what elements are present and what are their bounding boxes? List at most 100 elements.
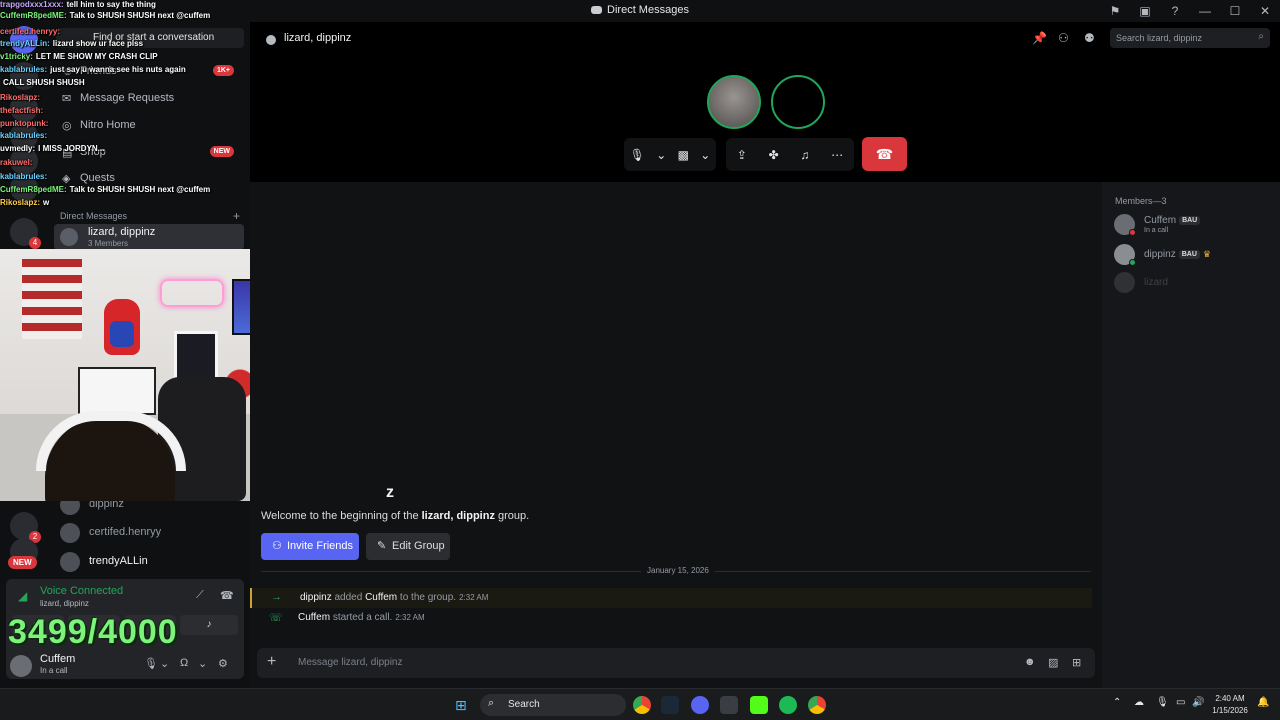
hang-up-button[interactable]: ☎ [862, 137, 907, 171]
help-icon[interactable]: ? [1160, 2, 1190, 20]
chat-message: CALL SHUSH SHUSH [3, 78, 85, 87]
members-icon[interactable]: ⚉ [1084, 31, 1095, 45]
soundboard-button[interactable]: ♪ [180, 615, 238, 635]
camera-off-icon[interactable]: ▩ [678, 148, 689, 162]
member-item-cuffem[interactable]: Cuffem BAU In a call [1114, 214, 1274, 240]
chat-line: kablabrules: [0, 131, 50, 140]
settings-gear-icon[interactable]: ⚙ [218, 657, 228, 670]
emoji-icon[interactable]: ☻ [1024, 656, 1036, 668]
inbox-flag-icon[interactable]: ⚑ [1100, 2, 1130, 20]
chat-username: trapgodxxx1xxx: [0, 0, 64, 9]
taskbar-clock[interactable]: 2:40 AM 1/15/2026 [1208, 693, 1252, 717]
screen-share-icon[interactable]: ⇪ [737, 148, 747, 162]
chevron-down-icon[interactable]: ⌄ [656, 148, 666, 162]
title-bar-controls: ⚑ ▣ ? — ☐ ✕ [1100, 2, 1280, 20]
date-divider: January 15, 2026 [261, 566, 1091, 575]
chevron-down-icon[interactable]: ⌄ [160, 657, 169, 670]
call-participant-avatar[interactable] [707, 75, 761, 129]
welcome-text: Welcome to the beginning of the lizard, … [261, 510, 530, 522]
add-attachment-icon[interactable]: + [267, 653, 276, 671]
call-participant-avatar[interactable] [771, 75, 825, 129]
windows-start-icon[interactable]: ⊞ [455, 697, 471, 713]
kick-icon[interactable] [750, 696, 768, 714]
chat-line: Rikoslapz: w [0, 198, 49, 207]
more-icon[interactable]: ⋯ [831, 148, 843, 162]
chrome-icon[interactable] [633, 696, 651, 714]
app-icon[interactable] [720, 696, 738, 714]
minimize-button[interactable]: — [1190, 2, 1220, 20]
search-icon: ⌕ [1258, 31, 1264, 42]
mic-icon[interactable]: 🎙 [1156, 697, 1169, 708]
taskbar-search[interactable]: ⌕ Search [480, 694, 626, 716]
arrow-right-icon: → [271, 591, 282, 603]
chat-message: Talk to SHUSH SHUSH next @cuffem [69, 185, 211, 194]
voice-status: Voice Connected [40, 585, 124, 597]
image-icon[interactable]: ▨ [1048, 656, 1058, 669]
chevron-up-icon[interactable]: ⌃ [1113, 697, 1121, 708]
discord-icon[interactable] [691, 696, 709, 714]
message-input[interactable]: Message lizard, dippinz [298, 657, 403, 668]
chat-username: v1tricky: [0, 52, 33, 61]
gift-icon[interactable]: ⊞ [1072, 656, 1081, 669]
volume-icon[interactable]: 🔊 [1192, 697, 1204, 708]
mic-icon[interactable]: 🎙 [144, 657, 158, 670]
disconnect-icon[interactable]: ☎ [220, 589, 234, 602]
chat-message: LET ME SHOW MY CRASH CLIP [35, 52, 158, 61]
spotify-icon[interactable] [779, 696, 797, 714]
webcam-neon-sign [160, 279, 224, 307]
members-header: Members—3 [1115, 196, 1167, 206]
status-dot [1129, 229, 1136, 236]
add-friends-icon[interactable]: ⚇ [1058, 31, 1069, 45]
member-item-dippinz[interactable]: dippinz BAU ♛ [1114, 244, 1274, 270]
headphones-icon[interactable]: Ω [180, 657, 188, 669]
server-icon[interactable]: 2 [10, 512, 41, 543]
chat-username: certifed.henryy: [0, 27, 61, 36]
chat-username: Rikoslapz: [0, 93, 41, 102]
activities-icon[interactable]: ✤ [769, 148, 779, 162]
chat-username: CuffemR8pedME: [0, 185, 67, 194]
dm-item-certifed-henryy[interactable]: certifed.henryy [54, 520, 244, 546]
chat-line: rakuwel: [0, 158, 35, 167]
soundboard-icon[interactable]: ♫ [800, 148, 809, 162]
network-icon[interactable]: ▭ [1176, 697, 1185, 708]
pencil-icon: ✎ [377, 540, 387, 552]
edit-group-button[interactable]: ✎ Edit Group [366, 533, 450, 560]
chat-line: trapgodxxx1xxx: tell him to say the thing [0, 0, 156, 9]
maximize-button[interactable]: ☐ [1220, 2, 1250, 20]
dm-item-lizard-dippinz[interactable]: lizard, dippinz 3 Members [54, 224, 244, 250]
chat-username: thefactfish: [0, 106, 44, 115]
chat-line: punktopunk: [0, 119, 51, 128]
server-badge: 4 [29, 237, 41, 249]
dm-item-trendyallin[interactable]: trendyALLin [54, 549, 244, 575]
new-badge: NEW [8, 556, 37, 569]
steam-icon[interactable] [661, 696, 679, 714]
phone-icon: ☏ [269, 612, 283, 624]
chat-area: z Welcome to the beginning of the lizard… [250, 182, 1102, 688]
chat-line: trendyALLin: lizard show ur face plss [0, 39, 143, 48]
invite-friends-button[interactable]: ⚇ Invite Friends [261, 533, 359, 560]
chat-message: I MISS JORDYN... [38, 144, 105, 153]
chevron-down-icon[interactable]: ⌄ [700, 148, 710, 162]
chat-line: kablabrules: [0, 172, 50, 181]
mic-control-group: 🎙 ⌄ ▩ ⌄ [624, 138, 716, 171]
notification-bell-icon[interactable]: 🔔 [1257, 697, 1269, 708]
pin-icon[interactable]: 📌 [1032, 31, 1047, 45]
stream-chat-overlay: trapgodxxx1xxx: tell him to say the thing… [0, 0, 250, 225]
voice-channel[interactable]: lizard, dippinz [40, 599, 89, 608]
member-item-lizard[interactable]: lizard [1114, 272, 1274, 298]
cloud-icon[interactable]: ☁ [1134, 697, 1144, 708]
noise-suppression-icon[interactable]: ⟋ [196, 589, 204, 602]
taskbar: ⊞ ⌕ Search ⌃ ☁ 🎙 ▭ 🔊 2:40 AM 1/15/2026 🔔 [0, 688, 1280, 720]
chevron-down-icon[interactable]: ⌄ [198, 657, 207, 670]
message-composer[interactable]: + Message lizard, dippinz ☻ ▨ ⊞ [257, 648, 1095, 678]
close-button[interactable]: ✕ [1250, 2, 1280, 20]
screen-icon[interactable]: ▣ [1130, 2, 1160, 20]
bau-tag: BAU [1179, 216, 1201, 225]
group-icon [266, 35, 276, 45]
chat-line: certifed.henryy: [0, 27, 63, 36]
stream-counter: 3499/4000 [8, 613, 178, 651]
user-avatar[interactable] [10, 655, 32, 677]
chrome-icon[interactable] [808, 696, 826, 714]
search-input[interactable]: Search lizard, dippinz ⌕ [1110, 28, 1270, 48]
mic-icon[interactable]: 🎙 [630, 148, 645, 162]
